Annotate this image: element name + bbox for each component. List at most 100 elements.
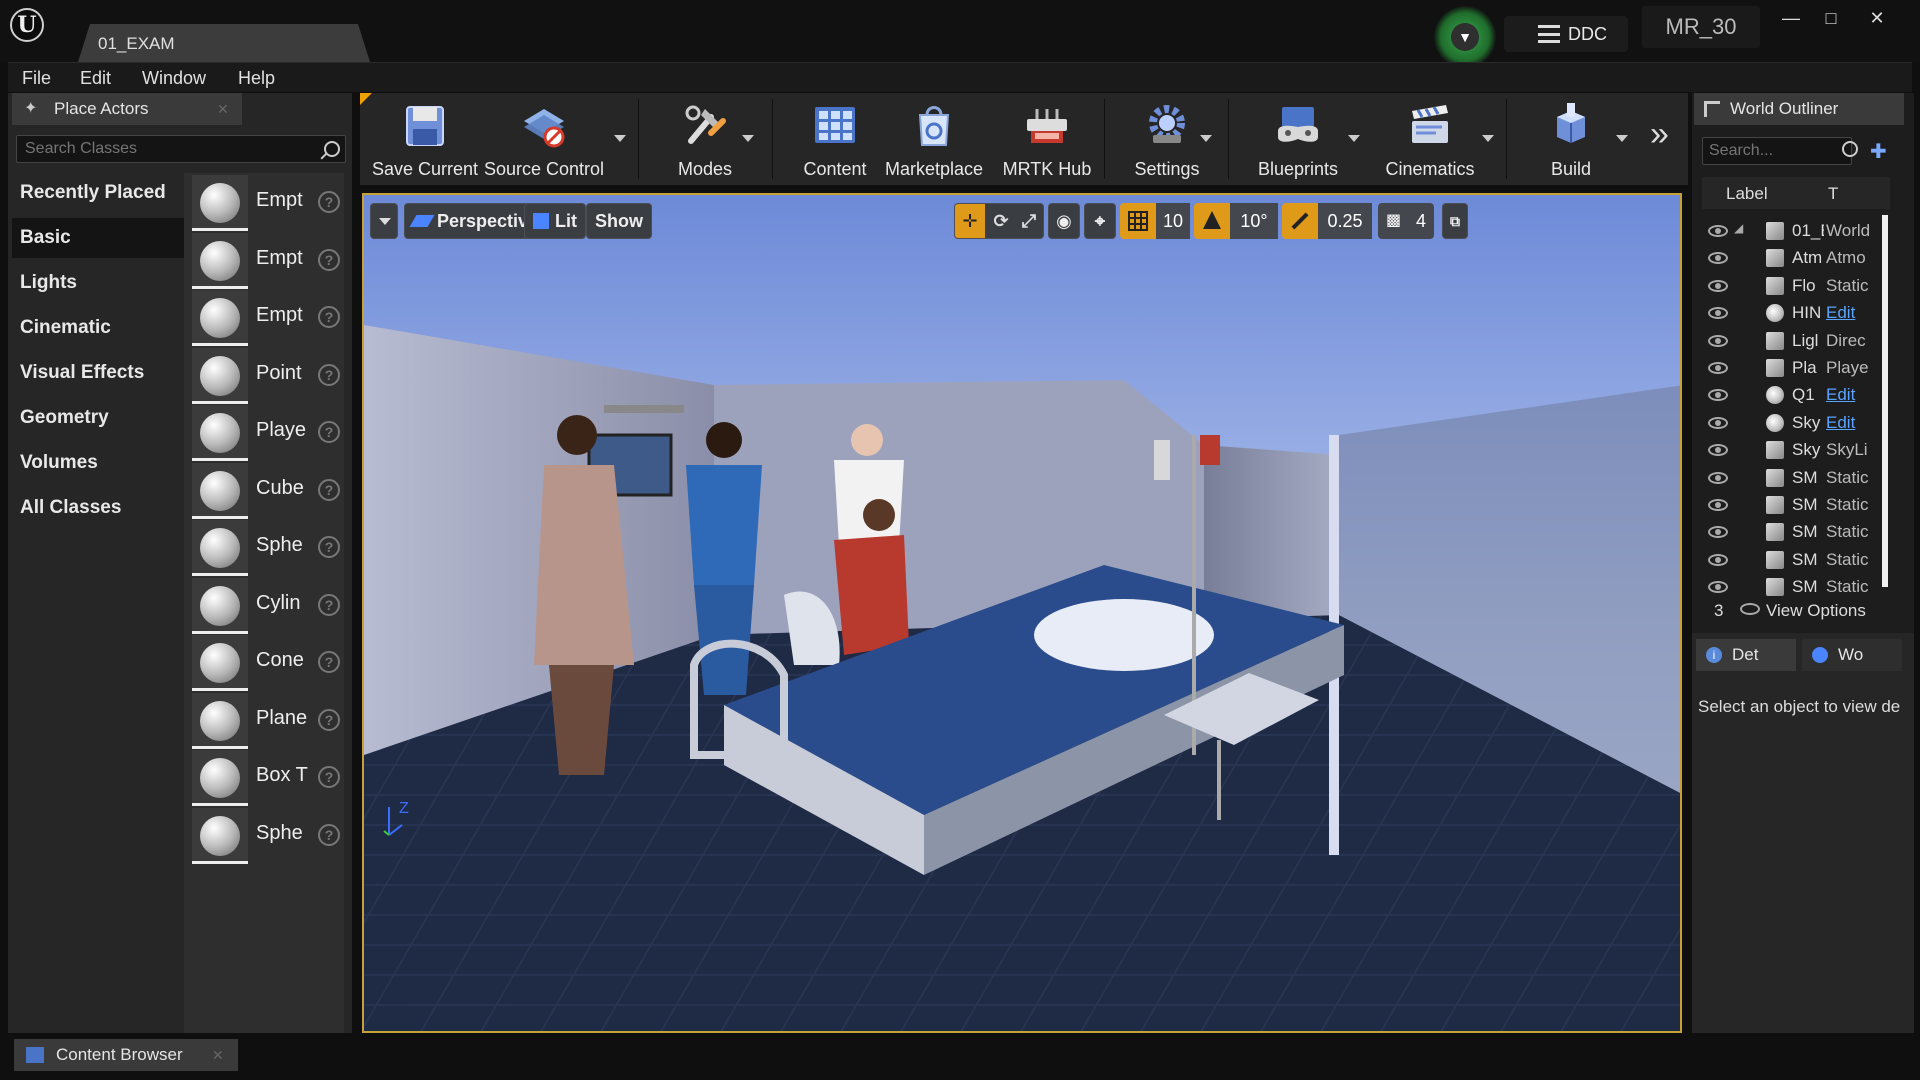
visibility-eye-icon[interactable]	[1708, 581, 1728, 594]
scale-snap-value[interactable]: 0.25	[1318, 203, 1372, 239]
source-control-button[interactable]: Source Control	[484, 93, 604, 185]
actor-item[interactable]: Sphe?	[192, 518, 342, 580]
rotate-icon[interactable]: ⟳	[987, 204, 1015, 238]
column-type-header[interactable]: T	[1828, 184, 1838, 204]
visibility-eye-icon[interactable]	[1708, 307, 1728, 320]
actor-item[interactable]: Point?	[192, 346, 342, 408]
category-volumes[interactable]: Volumes	[12, 443, 188, 483]
rotation-snap-value[interactable]: 10°	[1230, 203, 1278, 239]
visibility-eye-icon[interactable]	[1708, 471, 1728, 484]
world-local-icon[interactable]: ◉	[1048, 203, 1080, 239]
viewport-options-button[interactable]	[370, 203, 398, 239]
category-lights[interactable]: Lights	[12, 263, 188, 303]
view-options-button[interactable]: View Options	[1740, 601, 1866, 621]
cinematics-dropdown-icon[interactable]	[1482, 135, 1494, 142]
content-button[interactable]: Content	[780, 93, 890, 185]
settings-dropdown-icon[interactable]	[1200, 135, 1212, 142]
category-all-classes[interactable]: All Classes	[12, 488, 188, 528]
maximize-viewport-icon[interactable]: ⧉	[1442, 203, 1468, 239]
tab-close-icon[interactable]: ✕	[217, 93, 229, 125]
help-icon[interactable]: ?	[318, 823, 340, 846]
minimize-button[interactable]: —	[1772, 6, 1810, 32]
blueprints-button[interactable]: Blueprints	[1236, 93, 1360, 185]
help-icon[interactable]: ?	[318, 363, 340, 386]
visibility-eye-icon[interactable]	[1708, 526, 1728, 539]
outliner-row[interactable]: Flo Static	[1702, 272, 1890, 299]
actor-item[interactable]: Box T?	[192, 748, 342, 810]
edit-blueprint-link[interactable]: Edit	[1826, 409, 1886, 436]
help-icon[interactable]: ?	[318, 593, 340, 616]
actor-item[interactable]: Empt?	[192, 288, 342, 350]
outliner-row[interactable]: SM Static	[1702, 464, 1890, 491]
outliner-search-input[interactable]	[1702, 137, 1852, 165]
level-tab[interactable]: 01_EXAM	[78, 24, 370, 62]
outliner-row[interactable]: SM Static	[1702, 491, 1890, 518]
close-button[interactable]: ✕	[1858, 6, 1896, 32]
details-tab[interactable]: i Det	[1696, 639, 1796, 671]
outliner-row[interactable]: Q1 Edit	[1702, 381, 1890, 408]
visibility-eye-icon[interactable]	[1708, 416, 1728, 429]
actor-item[interactable]: Playe?	[192, 403, 342, 465]
menu-edit[interactable]: Edit	[80, 68, 111, 89]
grid-snap-value[interactable]: 10	[1156, 203, 1190, 239]
outliner-row[interactable]: Atm Atmo	[1702, 244, 1890, 271]
help-icon[interactable]: ?	[318, 478, 340, 501]
outliner-scrollbar[interactable]	[1882, 215, 1888, 587]
outliner-row[interactable]: 01_EXWorld	[1702, 217, 1890, 244]
search-classes-input[interactable]	[16, 135, 346, 163]
menu-help[interactable]: Help	[238, 68, 275, 89]
content-browser-tab[interactable]: Content Browser ✕	[14, 1039, 238, 1071]
level-viewport[interactable]: Z Perspective Lit Show ✛ ⟳ ⤢ ◉ ⌖ 10 10° …	[362, 193, 1682, 1033]
outliner-row[interactable]: SM Static	[1702, 546, 1890, 573]
world-settings-tab[interactable]: Wo	[1802, 639, 1902, 671]
show-button[interactable]: Show	[586, 203, 652, 239]
actor-item[interactable]: Sphe?	[192, 806, 342, 868]
build-dropdown-icon[interactable]	[1616, 135, 1628, 142]
blueprints-dropdown-icon[interactable]	[1348, 135, 1360, 142]
actor-item[interactable]: Empt?	[192, 173, 342, 235]
menu-file[interactable]: File	[22, 68, 51, 89]
actor-item[interactable]: Cube?	[192, 461, 342, 523]
world-outliner-tab[interactable]: World Outliner	[1694, 93, 1904, 125]
outliner-row[interactable]: Sky Edit	[1702, 409, 1890, 436]
save-current-button[interactable]: Save Current	[370, 93, 480, 185]
column-label-header[interactable]: Label	[1726, 184, 1768, 204]
category-geometry[interactable]: Geometry	[12, 398, 188, 438]
category-visual-effects[interactable]: Visual Effects	[12, 353, 188, 393]
help-icon[interactable]: ?	[318, 708, 340, 731]
visibility-eye-icon[interactable]	[1708, 362, 1728, 374]
outliner-row[interactable]: SM Static	[1702, 518, 1890, 545]
source-control-dropdown-icon[interactable]	[614, 135, 626, 142]
category-basic[interactable]: Basic	[12, 218, 188, 258]
scale-icon[interactable]: ⤢	[1015, 204, 1043, 238]
modes-dropdown-icon[interactable]	[742, 135, 754, 142]
help-icon[interactable]: ?	[318, 421, 340, 443]
place-actors-tab[interactable]: ✦ Place Actors ✕	[12, 93, 242, 125]
search-icon[interactable]	[1842, 141, 1858, 157]
edit-blueprint-link[interactable]: Edit	[1826, 299, 1886, 326]
visibility-eye-icon[interactable]	[1708, 252, 1728, 265]
lit-button[interactable]: Lit	[524, 203, 586, 239]
tab-close-icon[interactable]: ✕	[212, 1039, 224, 1071]
source-control-status-icon[interactable]: ▼	[1434, 6, 1496, 68]
category-recently-placed[interactable]: Recently Placed	[12, 173, 188, 213]
marketplace-button[interactable]: Marketplace	[876, 93, 992, 185]
add-filter-icon[interactable]: ✚	[1870, 139, 1892, 163]
category-cinematic[interactable]: Cinematic	[12, 308, 188, 348]
edit-blueprint-link[interactable]: Edit	[1826, 381, 1886, 408]
search-icon[interactable]	[324, 141, 340, 157]
surface-snap-icon[interactable]: ⌖	[1084, 203, 1116, 239]
visibility-eye-icon[interactable]	[1708, 389, 1728, 402]
help-icon[interactable]: ?	[318, 191, 340, 213]
menu-window[interactable]: Window	[142, 68, 206, 89]
actor-item[interactable]: Plane?	[192, 691, 342, 753]
visibility-eye-icon[interactable]	[1708, 225, 1728, 237]
actor-item[interactable]: Cylin?	[192, 576, 342, 638]
actor-item[interactable]: Empt?	[192, 231, 342, 293]
help-icon[interactable]: ?	[318, 766, 340, 788]
outliner-row[interactable]: Ligl Direc	[1702, 327, 1890, 354]
rotation-snap-toggle[interactable]	[1194, 203, 1230, 239]
outliner-row[interactable]: Pla Playe	[1702, 354, 1890, 381]
mrtk-hub-button[interactable]: MRTK Hub	[992, 93, 1102, 185]
help-icon[interactable]: ?	[318, 536, 340, 558]
